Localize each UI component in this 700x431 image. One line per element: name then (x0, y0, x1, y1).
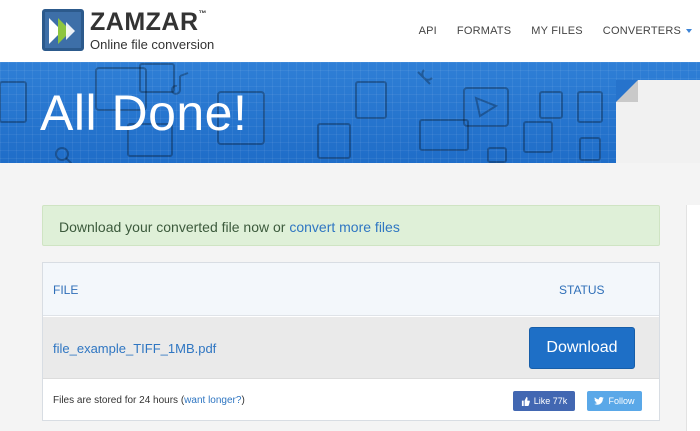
page-curl-graphic (616, 80, 700, 163)
page-title: All Done! (40, 85, 248, 141)
main-nav: API FORMATS MY FILES CONVERTERS (419, 0, 700, 62)
chevron-down-icon (686, 29, 692, 34)
nav-converters[interactable]: CONVERTERS (603, 25, 692, 37)
storage-note: Files are stored for 24 hours (want long… (53, 395, 245, 406)
nav-formats[interactable]: FORMATS (457, 25, 511, 37)
brand-name: ZAMZAR™ (90, 8, 208, 36)
file-name-link[interactable]: file_example_TIFF_1MB.pdf (53, 341, 216, 356)
nav-api[interactable]: API (419, 25, 437, 37)
column-header-file: FILE (53, 283, 79, 297)
sidebar-card (686, 205, 700, 431)
files-table: FILE STATUS file_example_TIFF_1MB.pdf Do… (42, 262, 660, 421)
table-footer: Files are stored for 24 hours (want long… (43, 380, 659, 420)
thumbs-up-icon (521, 396, 530, 406)
twitter-follow-button[interactable]: Follow (587, 391, 642, 411)
table-header: FILE STATUS (43, 263, 659, 316)
want-longer-link[interactable]: want longer? (184, 395, 241, 406)
facebook-like-button[interactable]: Like 77k (513, 391, 575, 411)
brand-tagline: Online file conversion (90, 37, 215, 52)
table-row: file_example_TIFF_1MB.pdf Download (43, 317, 659, 379)
zamzar-logo[interactable]: ZAMZAR™ Online file conversion (42, 9, 214, 51)
column-header-status: STATUS (559, 283, 605, 297)
twitter-bird-icon (594, 397, 605, 405)
top-bar: ZAMZAR™ Online file conversion API FORMA… (0, 0, 700, 62)
nav-my-files[interactable]: MY FILES (531, 25, 583, 37)
hero-banner: All Done! (0, 62, 700, 163)
success-alert: Download your converted file now or conv… (42, 205, 660, 246)
zamzar-logo-icon (42, 9, 84, 51)
alert-text: Download your converted file now or (59, 219, 290, 235)
download-button[interactable]: Download (529, 327, 635, 369)
convert-more-link[interactable]: convert more files (289, 219, 399, 235)
